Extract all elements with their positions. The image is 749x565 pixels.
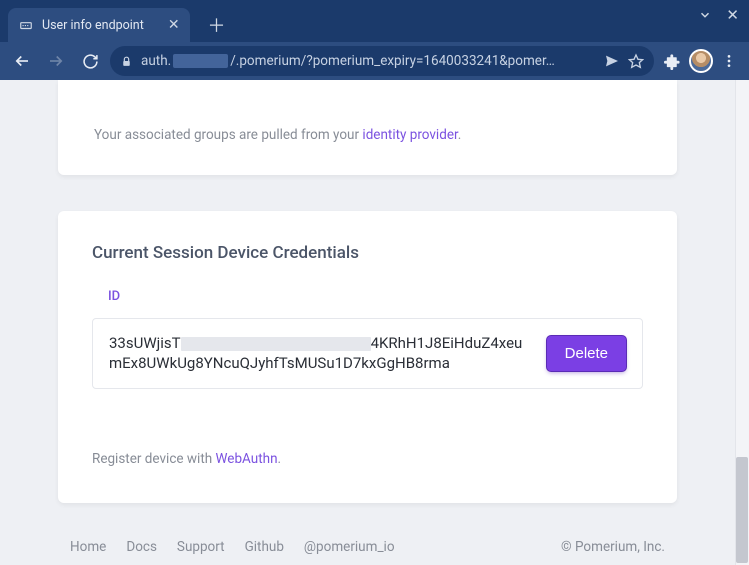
credential-id: 33sUWjisT4KRhH1J8EiHduZ4xeumEx8UWkUg8YNc… — [109, 333, 527, 374]
tab-strip: User info endpoint ✕ ＋ — [0, 0, 749, 42]
extensions-icon[interactable] — [664, 53, 681, 70]
url-redacted — [173, 54, 228, 68]
url-text: auth./.pomerium/?pomerium_expiry=1640033… — [141, 53, 596, 69]
session-card: Current Session Device Credentials ID 33… — [58, 211, 677, 503]
footer-link-twitter[interactable]: @pomerium_io — [304, 539, 395, 555]
footer-links: Home Docs Support Github @pomerium_io — [70, 539, 395, 555]
session-title: Current Session Device Credentials — [92, 243, 643, 263]
window-close-icon[interactable]: ✕ — [726, 8, 739, 23]
credential-id-label: ID — [92, 289, 643, 304]
scrollbar-thumb[interactable] — [736, 457, 748, 563]
tab-close-icon[interactable]: ✕ — [168, 17, 180, 33]
footer-copyright: © Pomerium, Inc. — [561, 539, 665, 555]
register-note: Register device with WebAuthn. — [92, 425, 643, 467]
window-controls: ✕ — [698, 0, 749, 42]
footer-link-support[interactable]: Support — [177, 539, 225, 555]
page-viewport: Your associated groups are pulled from y… — [0, 80, 749, 565]
page-footer: Home Docs Support Github @pomerium_io © … — [58, 539, 677, 555]
address-bar[interactable]: auth./.pomerium/?pomerium_expiry=1640033… — [110, 46, 654, 76]
bookmark-icon[interactable] — [628, 53, 644, 69]
footer-link-docs[interactable]: Docs — [126, 539, 157, 555]
tab-title: User info endpoint — [42, 18, 144, 33]
footer-link-home[interactable]: Home — [70, 539, 106, 555]
lock-icon — [120, 55, 133, 68]
back-button[interactable] — [8, 47, 36, 75]
new-tab-button[interactable]: ＋ — [208, 8, 226, 42]
profile-avatar[interactable] — [689, 49, 713, 73]
tab-favicon-icon — [18, 17, 34, 33]
delete-button[interactable]: Delete — [547, 336, 626, 371]
credential-row: 33sUWjisT4KRhH1J8EiHduZ4xeumEx8UWkUg8YNc… — [92, 318, 643, 389]
groups-note: Your associated groups are pulled from y… — [58, 98, 677, 175]
credential-redacted — [181, 337, 371, 351]
page-content: Your associated groups are pulled from y… — [0, 80, 735, 565]
groups-card: Your associated groups are pulled from y… — [58, 80, 677, 175]
footer-link-github[interactable]: Github — [245, 539, 284, 555]
scrollbar-track[interactable] — [735, 80, 749, 565]
webauthn-link[interactable]: WebAuthn — [216, 451, 278, 467]
identity-provider-link[interactable]: identity provider — [362, 127, 457, 143]
tab-active[interactable]: User info endpoint ✕ — [8, 8, 190, 42]
share-icon[interactable] — [604, 53, 620, 69]
browser-toolbar: auth./.pomerium/?pomerium_expiry=1640033… — [0, 42, 749, 80]
forward-button — [42, 47, 70, 75]
kebab-menu-icon[interactable] — [721, 53, 737, 69]
reload-button[interactable] — [76, 47, 104, 75]
window-minimize-icon[interactable] — [698, 8, 712, 22]
